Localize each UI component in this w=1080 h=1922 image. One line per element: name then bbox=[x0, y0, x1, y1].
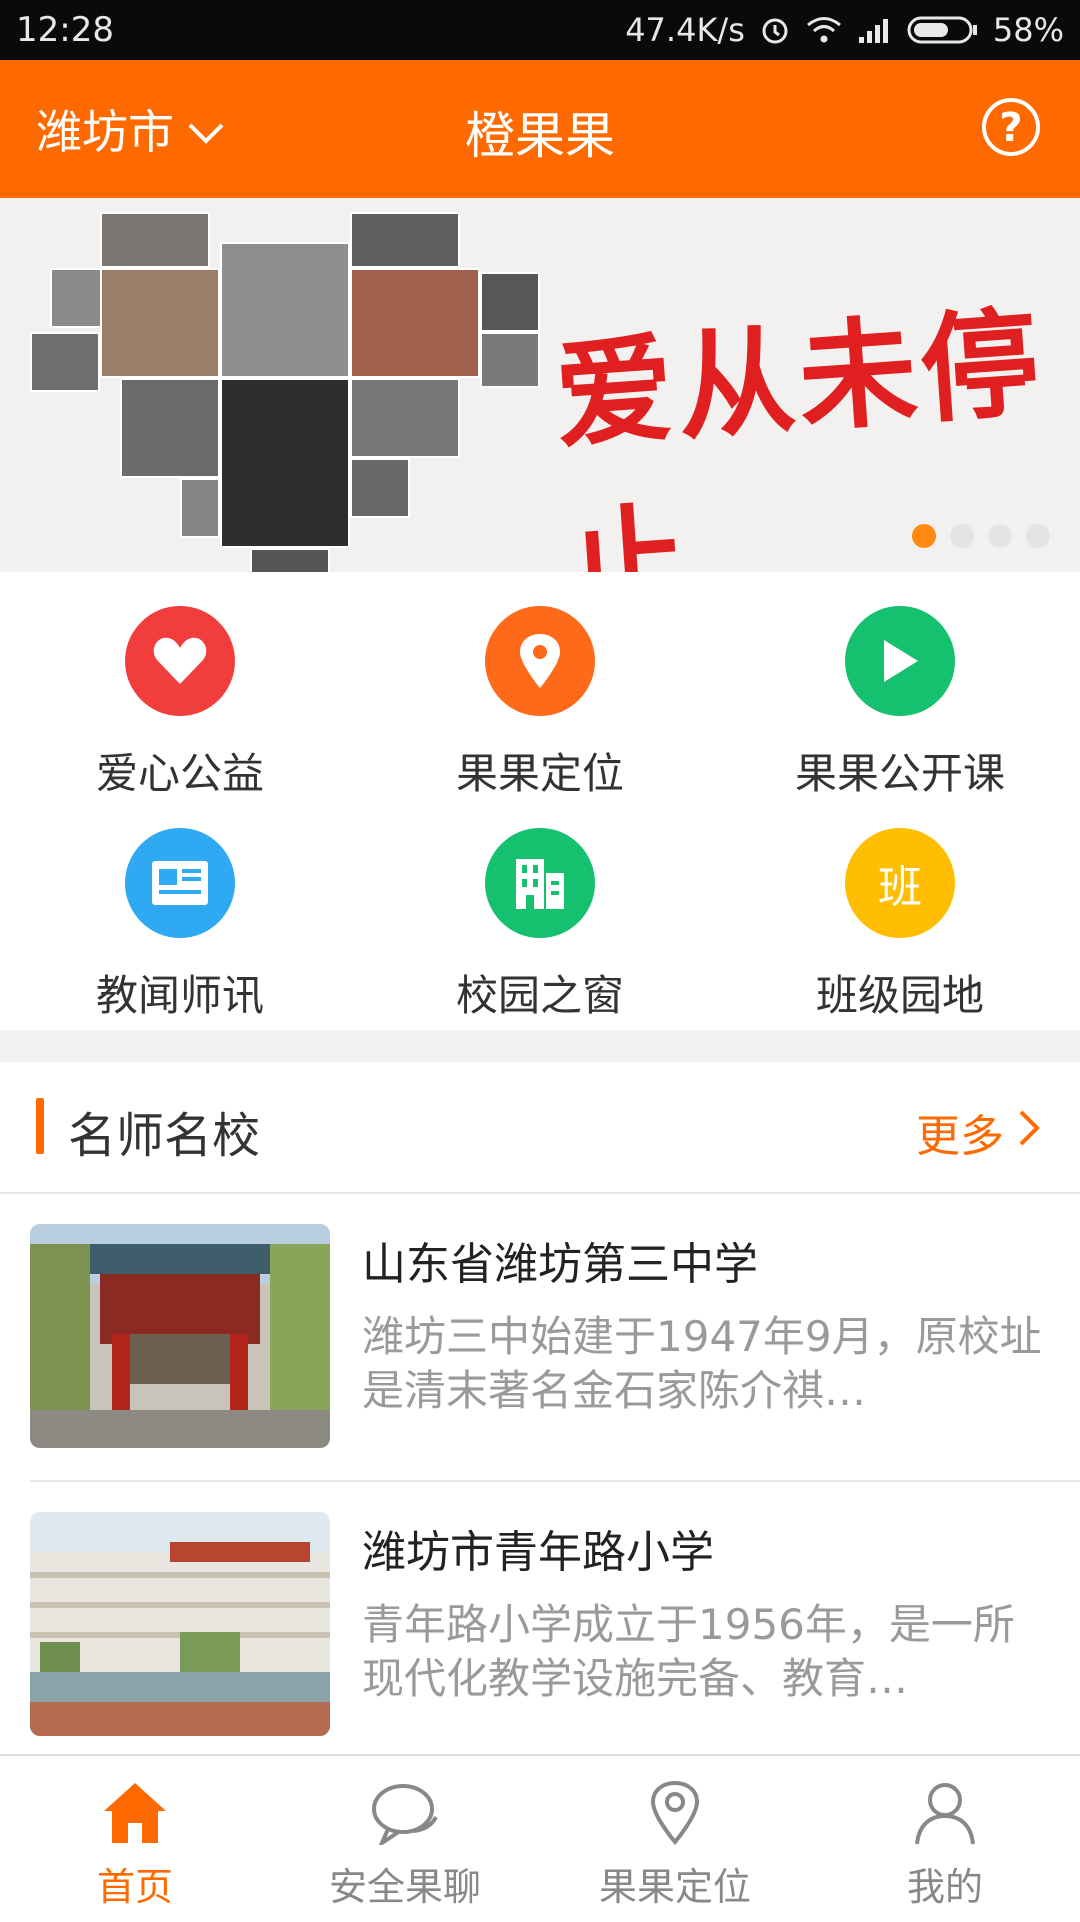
tab-me[interactable]: 我的 bbox=[810, 1756, 1080, 1922]
school-thumbnail bbox=[30, 1512, 330, 1736]
carousel-dot bbox=[1026, 524, 1050, 548]
status-bar: 12:28 47.4K/s 58% bbox=[0, 0, 1080, 60]
status-right: 47.4K/s 58% bbox=[625, 10, 1064, 50]
menu-label: 班级园地 bbox=[815, 971, 984, 1020]
person-icon bbox=[910, 1778, 980, 1848]
building-icon bbox=[485, 828, 595, 938]
school-list-item[interactable]: 山东省潍坊第三中学 潍坊三中始建于1947年9月，原校址是清末著名金石家陈介祺… bbox=[0, 1194, 1080, 1480]
school-thumbnail bbox=[30, 1224, 330, 1448]
section-header: 名师名校 更多 bbox=[0, 1062, 1080, 1194]
banner-carousel[interactable]: 爱从未停止 bbox=[0, 198, 1080, 572]
home-icon bbox=[100, 1778, 170, 1848]
network-speed: 47.4K/s bbox=[625, 11, 745, 49]
news-icon bbox=[125, 828, 235, 938]
section-title: 名师名校 bbox=[68, 1108, 261, 1164]
tab-safe-chat[interactable]: 安全果聊 bbox=[270, 1756, 540, 1922]
tab-location[interactable]: 果果定位 bbox=[540, 1756, 810, 1922]
school-name: 潍坊市青年路小学 bbox=[362, 1527, 714, 1578]
section-accent-bar bbox=[36, 1098, 44, 1154]
location-pin-icon bbox=[485, 606, 595, 716]
alarm-icon bbox=[759, 14, 791, 46]
play-icon bbox=[845, 606, 955, 716]
carousel-dot bbox=[912, 524, 936, 548]
menu-item-open-course[interactable]: 果果公开课 bbox=[720, 572, 1080, 798]
location-pin-icon bbox=[640, 1778, 710, 1848]
tab-label: 安全果聊 bbox=[328, 1865, 481, 1909]
tab-home[interactable]: 首页 bbox=[0, 1756, 270, 1922]
help-icon[interactable]: ? bbox=[982, 98, 1040, 156]
menu-item-class[interactable]: 班 班级园地 bbox=[720, 794, 1080, 1020]
bottom-tab-bar: 首页 安全果聊 果果定位 我的 bbox=[0, 1754, 1080, 1922]
signal-icon bbox=[857, 15, 893, 45]
heart-icon bbox=[125, 606, 235, 716]
menu-label: 校园之窗 bbox=[455, 971, 624, 1020]
menu-label: 果果公开课 bbox=[794, 749, 1005, 798]
carousel-dot bbox=[988, 524, 1012, 548]
menu-label: 教闻师讯 bbox=[95, 971, 264, 1020]
status-time: 12:28 bbox=[16, 10, 114, 50]
battery-level: 58% bbox=[992, 11, 1064, 49]
school-list-item[interactable]: 潍坊市青年路小学 青年路小学成立于1956年，是一所现代化教学设施完备、教育… bbox=[0, 1482, 1080, 1768]
app-title: 橙果果 bbox=[465, 107, 615, 165]
famous-schools-section: 名师名校 更多 山东省潍坊第三中学 潍坊三中始建于1947年9月，原校址是清末著… bbox=[0, 1062, 1080, 1754]
menu-item-news[interactable]: 教闻师讯 bbox=[0, 794, 360, 1020]
more-button[interactable]: 更多 bbox=[916, 1100, 1040, 1164]
school-description: 潍坊三中始建于1947年9月，原校址是清末著名金石家陈介祺… bbox=[362, 1312, 1042, 1415]
banner-photo-collage bbox=[30, 212, 550, 572]
battery-icon bbox=[907, 15, 979, 45]
chat-icon bbox=[370, 1778, 440, 1848]
menu-item-location[interactable]: 果果定位 bbox=[360, 572, 720, 798]
feature-grid: 爱心公益 果果定位 果果公开课 教闻师讯 校园之窗 班 班级园地 bbox=[0, 572, 1080, 1030]
app-header: 潍坊市 橙果果 ? bbox=[0, 60, 1080, 198]
wifi-icon bbox=[805, 15, 843, 45]
menu-item-charity[interactable]: 爱心公益 bbox=[0, 572, 360, 798]
school-description: 青年路小学成立于1956年，是一所现代化教学设施完备、教育… bbox=[362, 1600, 1015, 1703]
more-label: 更多 bbox=[916, 1111, 1004, 1162]
tab-label: 我的 bbox=[906, 1865, 983, 1909]
menu-item-campus[interactable]: 校园之窗 bbox=[360, 794, 720, 1020]
carousel-dot bbox=[950, 524, 974, 548]
tab-label: 果果定位 bbox=[598, 1865, 751, 1909]
menu-label: 果果定位 bbox=[455, 749, 624, 798]
class-icon: 班 bbox=[845, 828, 955, 938]
carousel-indicator bbox=[912, 524, 1050, 548]
menu-label: 爱心公益 bbox=[95, 749, 264, 798]
tab-label: 首页 bbox=[96, 1865, 173, 1909]
chevron-right-icon bbox=[1018, 1107, 1040, 1158]
school-name: 山东省潍坊第三中学 bbox=[362, 1239, 758, 1290]
